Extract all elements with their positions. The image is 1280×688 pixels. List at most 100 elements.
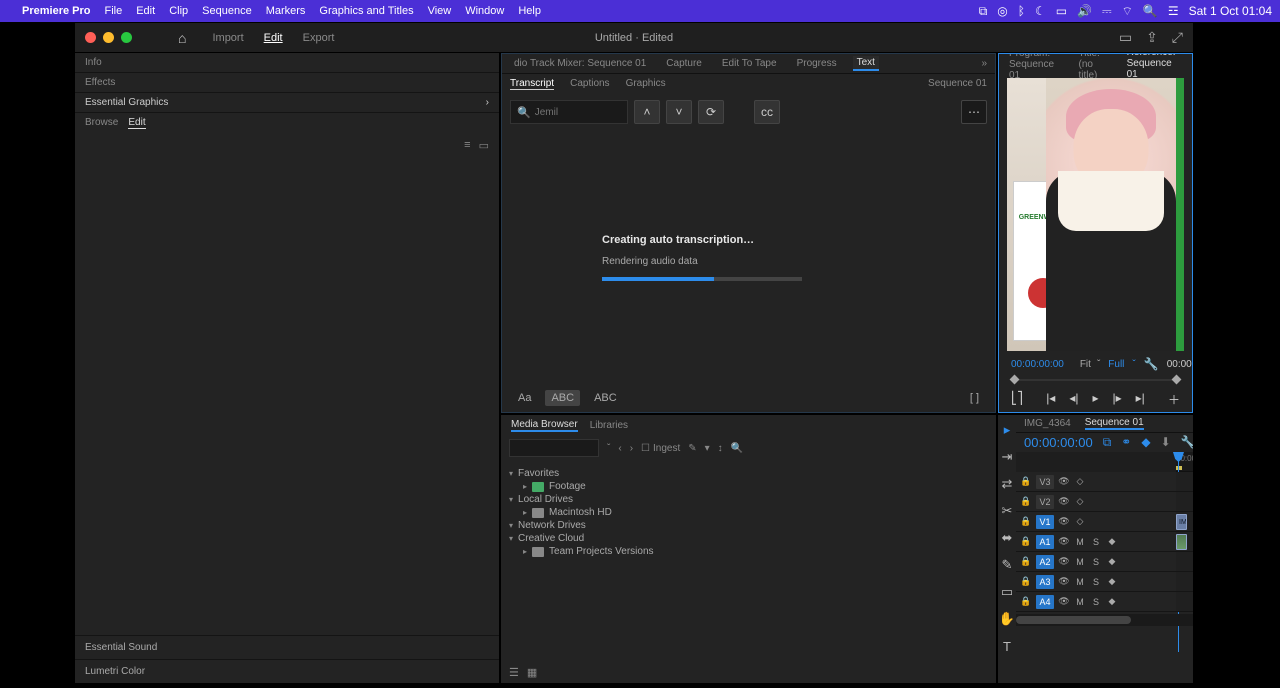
toggle-output-icon[interactable]: 👁 — [1058, 556, 1070, 567]
toggle-output-icon[interactable]: 👁 — [1058, 536, 1070, 547]
lock-icon[interactable]: 🔒 — [1020, 516, 1032, 527]
tab-libraries[interactable]: Libraries — [590, 420, 628, 431]
mute-button[interactable]: M — [1074, 557, 1086, 567]
track-header-A3[interactable]: 🔒A3👁MS◆ — [1016, 572, 1176, 592]
mute-button[interactable]: M — [1074, 577, 1086, 587]
snap-toggle[interactable]: ⧉ — [1103, 435, 1112, 450]
lock-icon[interactable]: 🔒 — [1020, 596, 1032, 607]
text-style-small[interactable]: Aa — [512, 390, 537, 406]
track-header-V1[interactable]: 🔒V1👁◇ — [1016, 512, 1176, 532]
audio-lane[interactable] — [1176, 572, 1193, 592]
audio-lane[interactable] — [1176, 532, 1193, 552]
mode-export[interactable]: Export — [303, 32, 335, 44]
timeline-timecode[interactable]: 00:00:00:00 — [1024, 435, 1093, 450]
toggle-output-icon[interactable]: 👁 — [1058, 576, 1070, 587]
mark-in-button[interactable]: ⎣⎤ — [1011, 391, 1023, 408]
search-icon[interactable]: 🔍 — [731, 443, 743, 454]
list-view-icon[interactable]: ☰ — [509, 666, 519, 679]
marker-icon[interactable]: ◆ — [1141, 435, 1150, 450]
track-header-A4[interactable]: 🔒A4👁MS◆ — [1016, 592, 1176, 612]
tree-local-drives[interactable]: ▾Local Drives — [509, 493, 988, 506]
eg-browse-tab[interactable]: Browse — [85, 117, 118, 129]
subtab-captions[interactable]: Captions — [570, 78, 609, 90]
timeline-ruler[interactable]: 00:00 00:00:14:23 00:00:29:2 — [1176, 452, 1193, 472]
subtab-graphics[interactable]: Graphics — [626, 78, 666, 90]
ripple-edit-tool[interactable]: ⇄ — [998, 475, 1016, 493]
eg-edit-tab[interactable]: Edit — [128, 117, 145, 129]
go-to-in-button[interactable]: |◂ — [1046, 391, 1055, 408]
track-target[interactable]: A3 — [1036, 575, 1054, 589]
slip-tool[interactable]: ⬌ — [998, 529, 1016, 547]
keyframe-icon[interactable]: ◆ — [1106, 536, 1118, 547]
panel-lumetri-color[interactable]: Lumetri Color — [75, 659, 499, 683]
lock-icon[interactable]: 🔒 — [1020, 576, 1032, 587]
track-select-tool[interactable]: ⇥ — [998, 448, 1016, 466]
filter-icon[interactable]: ▾ — [705, 443, 710, 454]
more-options-button[interactable]: ⋯ — [961, 100, 987, 124]
timeline-tab-sequence[interactable]: Sequence 01 — [1085, 417, 1144, 430]
back-button[interactable]: ‹ — [618, 443, 621, 454]
chevron-down-icon[interactable]: ˇ — [1097, 359, 1100, 370]
track-header-A2[interactable]: 🔒A2👁MS◆ — [1016, 552, 1176, 572]
video-lane[interactable] — [1176, 492, 1193, 512]
track-target[interactable]: V3 — [1036, 475, 1054, 489]
chevron-down-icon[interactable]: ˇ — [607, 443, 610, 454]
tree-team-projects[interactable]: ▸Team Projects Versions — [509, 545, 988, 558]
menu-window[interactable]: Window — [465, 5, 504, 17]
menu-graphics[interactable]: Graphics and Titles — [319, 5, 413, 17]
zoom-window-button[interactable] — [121, 32, 132, 43]
volume-icon[interactable]: 🔊 — [1077, 4, 1092, 18]
menu-help[interactable]: Help — [518, 5, 541, 17]
app-name[interactable]: Premiere Pro — [22, 5, 90, 17]
sort-icon[interactable]: ↕ — [718, 443, 723, 454]
solo-button[interactable]: S — [1090, 557, 1102, 567]
next-match-button[interactable]: ˅ — [666, 100, 692, 124]
step-back-button[interactable]: ◂| — [1069, 391, 1078, 408]
audio-lane[interactable] — [1176, 592, 1193, 612]
transcript-search-input[interactable] — [535, 107, 621, 118]
prev-match-button[interactable]: ˄ — [634, 100, 660, 124]
quality-dropdown[interactable]: Full — [1108, 359, 1124, 370]
tab-text[interactable]: Text — [853, 56, 879, 71]
track-header-A1[interactable]: 🔒A1👁MS◆ — [1016, 532, 1176, 552]
panel-effects[interactable]: Effects — [75, 73, 499, 93]
type-tool[interactable]: T — [998, 637, 1016, 655]
tab-audio-mixer[interactable]: dio Track Mixer: Sequence 01 — [510, 57, 650, 70]
toggle-output-icon[interactable]: 👁 — [1058, 516, 1070, 527]
refresh-button[interactable]: ⟳ — [698, 100, 724, 124]
panel-info[interactable]: Info — [75, 53, 499, 73]
video-lane[interactable]: IMG_4364 — [1176, 512, 1193, 532]
go-to-out-button[interactable]: ▸| — [1136, 391, 1145, 408]
tree-footage[interactable]: ▸Footage — [509, 480, 988, 493]
home-button[interactable]: ⌂ — [178, 30, 186, 46]
keyframe-icon[interactable]: ◇ — [1074, 496, 1086, 507]
track-target[interactable]: V1 — [1036, 515, 1054, 529]
tree-network-drives[interactable]: ▾Network Drives — [509, 519, 988, 532]
pen-icon[interactable]: ✎ — [688, 443, 696, 454]
track-target[interactable]: A4 — [1036, 595, 1054, 609]
panel-essential-sound[interactable]: Essential Sound — [75, 635, 499, 659]
display-icon[interactable]: ▭ — [1056, 4, 1067, 18]
screen-record-icon[interactable]: ⧉ — [979, 4, 988, 19]
settings-wrench-icon[interactable]: 🔧 — [1144, 357, 1159, 371]
bluetooth-icon[interactable]: ᛒ — [1018, 4, 1025, 18]
bracket-tool[interactable]: [ ] — [964, 390, 985, 406]
lock-icon[interactable]: 🔒 — [1020, 536, 1032, 547]
cc-button[interactable]: cc — [754, 100, 780, 124]
selection-tool[interactable]: ▸ — [998, 421, 1016, 439]
video-clip[interactable]: IMG_4364 — [1176, 514, 1187, 530]
fullscreen-icon[interactable]: ⤢ — [1172, 29, 1183, 46]
video-lane[interactable] — [1176, 472, 1193, 492]
minimize-window-button[interactable] — [103, 32, 114, 43]
tree-creative-cloud[interactable]: ▾Creative Cloud — [509, 532, 988, 545]
audio-lane[interactable] — [1176, 552, 1193, 572]
fit-dropdown[interactable]: Fit — [1080, 359, 1091, 370]
step-fwd-button[interactable]: |▸ — [1113, 391, 1122, 408]
wrench-icon[interactable]: 🔧 — [1181, 435, 1193, 450]
transcript-search[interactable]: 🔍 — [510, 100, 628, 124]
track-header-V2[interactable]: 🔒V2👁◇ — [1016, 492, 1176, 512]
close-window-button[interactable] — [85, 32, 96, 43]
battery-icon[interactable]: ⎓ — [1102, 4, 1112, 19]
chevron-down-icon[interactable]: ˇ — [1132, 359, 1135, 370]
text-style-abc[interactable]: ABC — [588, 390, 623, 406]
